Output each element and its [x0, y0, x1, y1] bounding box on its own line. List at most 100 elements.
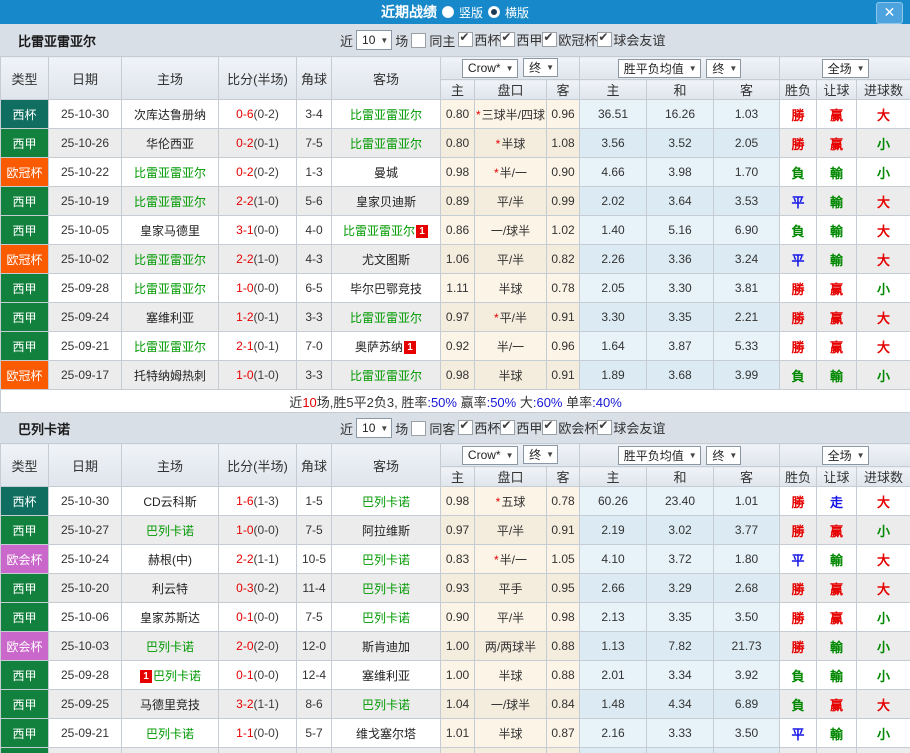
fulltime-score: 1-2 — [236, 310, 254, 324]
home-team-cell: 华伦西亚 — [121, 128, 219, 158]
horizontal-layout-label[interactable]: 横版 — [505, 4, 529, 21]
avg-draw-odds: 16.26 — [646, 99, 715, 129]
checkbox-checked-icon[interactable] — [597, 419, 613, 435]
corner-count: 3-6 — [296, 747, 332, 753]
checkbox-checked-icon[interactable] — [500, 419, 516, 435]
avg-away-odds: 21.73 — [713, 631, 781, 661]
handicap-away-odds: 0.82 — [545, 244, 581, 274]
fulltime-score: 0-1 — [236, 668, 254, 682]
titlebar: 近期战绩 竖版 横版 ✕ — [0, 0, 910, 24]
checkbox-checked-icon[interactable] — [542, 31, 558, 47]
avg-home-odds: 36.51 — [579, 99, 648, 129]
match-date: 25-09-21 — [48, 718, 122, 748]
league-filter-item[interactable]: 球会友谊 — [597, 30, 665, 49]
handicap-home-odds: 0.80 — [440, 128, 475, 158]
league-filter-item[interactable]: 西甲 — [500, 418, 542, 437]
league-filter-label[interactable]: 球会友谊 — [613, 418, 665, 437]
home-team-cell: 奥萨苏纳 — [121, 747, 219, 753]
vertical-layout-radio[interactable] — [441, 6, 454, 18]
horizontal-layout-radio[interactable] — [488, 6, 500, 18]
section-rayo: 巴列卡诺 近 10▼ 场 同客 西杯西甲欧会杯球会友谊 类型 日期 主场 比分(… — [0, 413, 910, 753]
star-marker-icon: * — [493, 552, 499, 567]
same-venue-label[interactable]: 同主 — [429, 31, 455, 50]
handicap-away-odds: 1.05 — [545, 544, 581, 574]
away-team-cell: 比雷亚雷亚尔 — [331, 302, 441, 332]
avg-final-select[interactable]: 终 ▼ — [706, 58, 742, 78]
recent-count-select[interactable]: 10 ▼ — [356, 30, 393, 50]
away-team-cell: 皇家贝迪斯 — [331, 186, 441, 216]
chevron-down-icon: ▼ — [729, 450, 738, 460]
col-corner: 角球 — [296, 443, 332, 487]
result-win-draw-loss: 平 — [779, 244, 818, 274]
handicap-home-odds: 1.04 — [440, 689, 475, 719]
avg-odds-select[interactable]: 胜平负均值 ▼ — [617, 58, 701, 78]
chevron-down-icon: ▼ — [380, 35, 389, 45]
corner-count: 1-5 — [296, 486, 332, 516]
avg-away-odds: 3.81 — [713, 273, 781, 303]
handicap-line: *五球 — [474, 486, 547, 516]
league-filter-item[interactable]: 欧冠杯 — [542, 30, 597, 49]
same-venue-checkbox[interactable] — [411, 32, 427, 48]
col-score: 比分(半场) — [218, 56, 297, 100]
match-date: 25-10-06 — [48, 602, 122, 632]
scope-select[interactable]: 全场 ▼ — [821, 445, 869, 465]
fulltime-score: 0-1 — [236, 610, 254, 624]
league-filter-label[interactable]: 球会友谊 — [613, 30, 665, 49]
league-filter-item[interactable]: 西杯 — [458, 418, 500, 437]
league-filter-label[interactable]: 西杯 — [474, 418, 500, 437]
checkbox-checked-icon[interactable] — [597, 31, 613, 47]
avg-draw-odds: 5.16 — [646, 215, 715, 245]
handicap-home-odds: 0.83 — [440, 544, 475, 574]
col-away: 客场 — [331, 443, 441, 487]
checkbox-checked-icon[interactable] — [542, 419, 558, 435]
result-win-draw-loss: 勝 — [779, 99, 818, 129]
team-name: CD云科斯 — [143, 494, 197, 509]
corner-count: 4-0 — [296, 215, 332, 245]
close-button[interactable]: ✕ — [876, 2, 903, 24]
corner-count: 5-6 — [296, 186, 332, 216]
checkbox-checked-icon[interactable] — [458, 31, 474, 47]
odds-source-select[interactable]: Crow* ▼ — [461, 445, 518, 465]
league-type-badge: 西甲 — [0, 273, 49, 303]
league-filter-item[interactable]: 欧会杯 — [542, 418, 597, 437]
same-venue-label[interactable]: 同客 — [429, 419, 455, 438]
result-handicap: 赢 — [816, 273, 858, 303]
avg-draw-odds: 3.02 — [646, 515, 715, 545]
league-filter-item[interactable]: 西甲 — [500, 30, 542, 49]
team-name: 皇家马德里 — [139, 223, 200, 238]
avg-draw-odds: 4.34 — [646, 689, 715, 719]
match-row: 西甲 25-09-21 巴列卡诺 1-1(0-0) 5-7 维戈塞尔塔 1.01… — [0, 718, 910, 748]
league-filter-item[interactable]: 球会友谊 — [597, 418, 665, 437]
team-name: 比雷亚雷亚尔 — [349, 368, 422, 383]
odds-source-select[interactable]: Crow* ▼ — [461, 58, 518, 78]
league-filter-label[interactable]: 西甲 — [516, 30, 542, 49]
home-team-cell: 巴列卡诺 — [121, 718, 219, 748]
handicap-home-odds: 0.90 — [440, 602, 475, 632]
summary-stats: 近10场,胜5平2负3, 胜率:50% 赢率:50% 大:60% 单率:40% — [0, 389, 910, 413]
result-win-draw-loss: 勝 — [779, 486, 818, 516]
league-filter-label[interactable]: 西杯 — [474, 30, 500, 49]
handicap-home-odds: 0.93 — [440, 573, 475, 603]
chevron-down-icon: ▼ — [380, 423, 389, 433]
same-venue-checkbox[interactable] — [411, 420, 427, 436]
vertical-layout-label[interactable]: 竖版 — [459, 4, 483, 21]
odds-final-select[interactable]: 终 ▼ — [523, 58, 559, 78]
league-filter-label[interactable]: 欧会杯 — [558, 418, 597, 437]
scope-select[interactable]: 全场 ▼ — [821, 58, 869, 78]
team-name: 巴列卡诺 — [361, 494, 410, 509]
recent-count-select[interactable]: 10 ▼ — [356, 418, 393, 438]
checkbox-checked-icon[interactable] — [458, 419, 474, 435]
team-name: 阿拉维斯 — [361, 523, 410, 538]
away-team-cell: 维戈塞尔塔 — [331, 718, 441, 748]
chevron-down-icon: ▼ — [546, 450, 555, 460]
avg-odds-select[interactable]: 胜平负均值 ▼ — [617, 445, 701, 465]
avg-draw-odds: 3.64 — [646, 186, 715, 216]
league-filter-item[interactable]: 西杯 — [458, 30, 500, 49]
odds-final-select[interactable]: 终 ▼ — [523, 445, 559, 465]
fulltime-score: 2-1 — [236, 339, 254, 353]
league-filter-label[interactable]: 欧冠杯 — [558, 30, 597, 49]
checkbox-checked-icon[interactable] — [500, 31, 516, 47]
avg-final-select[interactable]: 终 ▼ — [706, 445, 742, 465]
col-score: 比分(半场) — [218, 443, 297, 487]
league-filter-label[interactable]: 西甲 — [516, 418, 542, 437]
